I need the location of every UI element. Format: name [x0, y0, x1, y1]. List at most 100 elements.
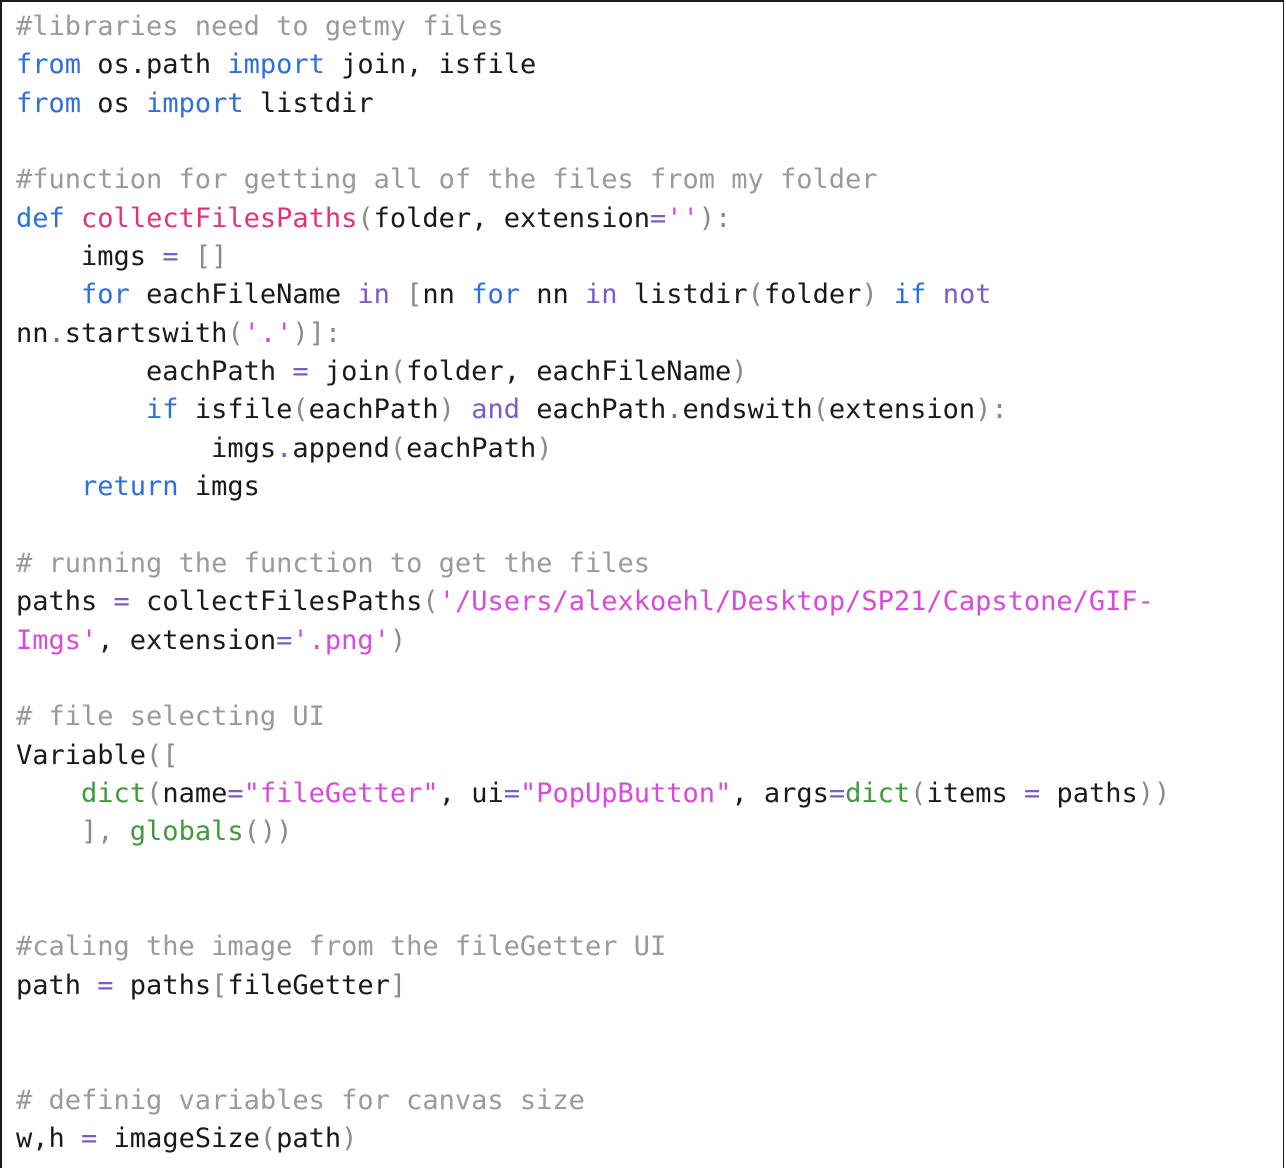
code-token-op: = — [828, 777, 846, 809]
code-token-plain: nn — [519, 279, 586, 311]
code-token-keyword: import — [146, 87, 244, 119]
code-token-punct: ( — [812, 394, 829, 426]
code-token-plain: endswith — [682, 394, 813, 426]
code-token-punct: ) — [861, 279, 894, 311]
code-token-plain: os.path — [81, 49, 228, 81]
code-token-plain: nn — [422, 279, 472, 311]
code-token-plain: eachPath — [406, 432, 537, 464]
code-token-punct: ( — [747, 279, 764, 311]
code-token-plain: folder, extension — [373, 202, 650, 234]
code-token-punct: )) — [1137, 777, 1171, 809]
code-token-plain: fileGetter — [227, 969, 390, 1001]
code-token-plain: eachPath — [16, 356, 293, 388]
code-token-plain: Variable — [16, 739, 147, 771]
code-token-plain: startswith — [64, 317, 228, 349]
code-token-op: = — [650, 202, 667, 234]
code-line: if isfile(eachPath) and eachPath.endswit… — [16, 391, 1170, 429]
code-line: w,h = imageSize(path) — [16, 1120, 1170, 1158]
code-token-plain: name — [162, 777, 228, 809]
code-token-plain: nn — [16, 317, 49, 349]
code-line: #function for getting all of the files f… — [16, 161, 1170, 199]
code-token-plain: eachPath — [308, 394, 439, 426]
code-token-keyword: if — [893, 279, 927, 311]
code-token-plain: listdir — [617, 279, 748, 311]
code-token-string: "PopUpButton" — [520, 777, 732, 809]
code-line: # file selecting UI — [16, 698, 1170, 736]
code-token-punct: ( — [259, 1122, 277, 1154]
code-token-keyword: import — [227, 49, 325, 81]
code-token-punct: ( — [389, 432, 407, 464]
code-token-keyword: from — [16, 49, 82, 81]
code-line: return imgs — [16, 468, 1170, 506]
code-token-op: not — [942, 279, 992, 311]
code-line: from os.path import join, isfile — [16, 46, 1170, 84]
code-token-op: and — [471, 394, 520, 426]
code-token-plain: , extension — [97, 624, 277, 656]
code-token-op: = — [276, 624, 293, 656]
code-token-op: = — [97, 969, 114, 1001]
code-line: Variable([ — [16, 737, 1170, 775]
code-token-keyword: return — [81, 471, 179, 503]
code-token-punct: ] — [389, 969, 407, 1001]
code-token-punct: ) — [731, 356, 748, 388]
code-token-keyword: if — [146, 394, 179, 426]
code-token-punct: ) — [438, 394, 472, 426]
code-token-plain: paths — [1040, 777, 1138, 809]
code-line: Imgs', extension='.png') — [16, 622, 1170, 660]
code-token-punct: ( — [389, 356, 407, 388]
code-token-punct: ( — [146, 777, 163, 809]
code-token-plain: imgs — [178, 471, 260, 503]
code-text-area[interactable]: #libraries need to getmy files from os.pa… — [16, 8, 1170, 1158]
code-token-plain: w,h — [16, 1122, 82, 1154]
code-token-punct: ( — [292, 394, 309, 426]
code-token-builtin: dict — [81, 777, 147, 809]
code-token-punct: ( — [227, 317, 244, 349]
code-token-punct: ()) — [243, 816, 293, 848]
code-token-plain: join — [308, 356, 390, 388]
code-token-op: . — [48, 317, 65, 349]
code-line: #caling the image from the fileGetter UI — [16, 928, 1170, 966]
code-line: imgs = [] — [16, 238, 1170, 276]
code-token-plain: append — [292, 432, 390, 464]
code-line: paths = collectFilesPaths('/Users/alexko… — [16, 583, 1170, 621]
code-token-plain: listdir — [243, 87, 374, 119]
code-token-op: in — [585, 279, 618, 311]
code-token-plain: os — [81, 87, 147, 119]
code-token-plain: folder — [763, 279, 862, 311]
code-token-op: = — [503, 777, 520, 809]
code-token-op: = — [113, 586, 130, 618]
code-token-string: '.' — [243, 317, 293, 349]
code-token-punct: [ — [389, 279, 423, 311]
code-token-plain: imageSize — [97, 1122, 260, 1154]
code-line: def collectFilesPaths(folder, extension=… — [16, 200, 1170, 238]
code-token-plain: paths — [16, 586, 114, 618]
code-token-string: '/Users/alexkoehl/Desktop/SP21/Capstone/… — [438, 586, 1154, 618]
code-token-plain: eachFileName — [129, 279, 358, 311]
code-token-comment: #caling the image from the fileGetter UI — [16, 931, 667, 963]
code-token-string: '.png' — [292, 624, 390, 656]
code-token-punct: ) — [536, 432, 553, 464]
code-token-comment: #libraries need to getmy files — [16, 11, 504, 42]
code-token-keyword: from — [16, 87, 82, 119]
code-token-string: "fileGetter" — [243, 777, 439, 809]
code-token-op: = — [162, 241, 179, 273]
code-token-plain: , args — [731, 777, 829, 809]
code-token-plain: extension — [828, 394, 976, 426]
code-token-punct: )]: — [292, 317, 342, 349]
code-token-op: = — [227, 777, 244, 809]
code-token-plain: isfile — [178, 394, 293, 426]
code-token-plain: collectFilesPaths — [129, 586, 423, 618]
code-token-op: . — [666, 394, 683, 426]
code-token-string: '' — [666, 202, 699, 234]
code-token-builtin: dict — [845, 777, 911, 809]
code-editor[interactable]: #libraries need to getmy files from os.pa… — [0, 0, 1284, 1168]
